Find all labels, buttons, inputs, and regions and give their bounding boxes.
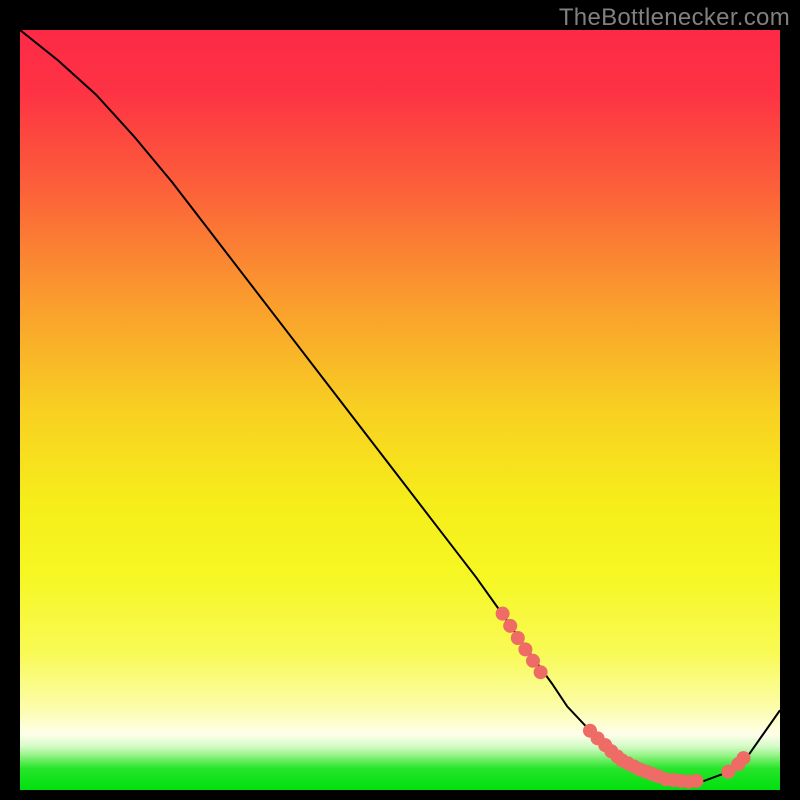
marker-dot [534,665,548,679]
chart-plot-area [20,30,780,790]
marker-dot [737,751,751,765]
marker-dot [518,642,532,656]
chart-svg [20,30,780,790]
chart-stage: TheBottlenecker.com [0,0,800,800]
chart-background [20,30,780,790]
marker-dot [496,607,510,621]
marker-dot [689,774,703,788]
attribution-text: TheBottlenecker.com [559,4,790,32]
marker-dot [503,619,517,633]
marker-dot [526,654,540,668]
marker-dot [511,631,525,645]
